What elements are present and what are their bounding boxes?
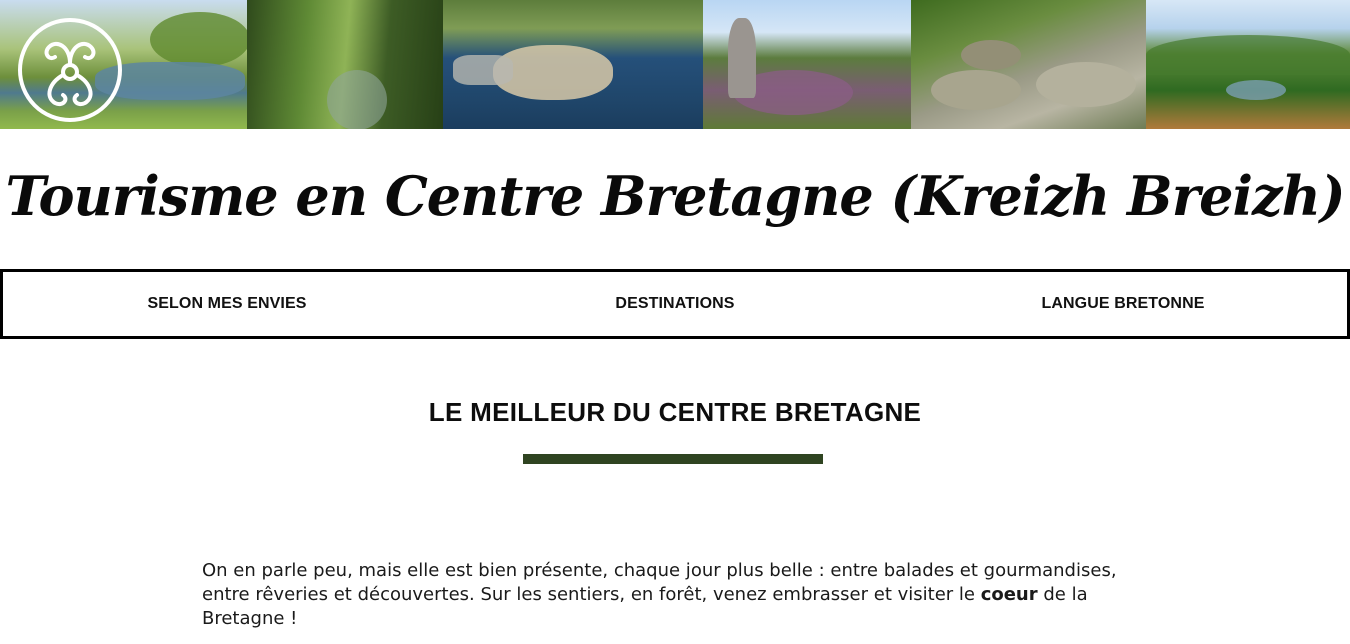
lake-aerial-photo bbox=[443, 0, 703, 129]
intro-paragraph: On en parle peu, mais elle est bien prés… bbox=[202, 559, 1122, 631]
site-title: Tourisme en Centre Bretagne (Kreizh Brei… bbox=[5, 164, 1345, 228]
nav-item-langue-bretonne[interactable]: LANGUE BRETONNE bbox=[899, 295, 1347, 313]
nav-item-selon-mes-envies[interactable]: SELON MES ENVIES bbox=[3, 295, 451, 313]
header-banner bbox=[0, 0, 1350, 129]
section-heading: LE MEILLEUR DU CENTRE BRETAGNE bbox=[428, 397, 922, 427]
intro-text-bold: coeur bbox=[980, 584, 1038, 605]
rock-heather-photo bbox=[703, 0, 911, 129]
granite-boulders-photo bbox=[911, 0, 1146, 129]
river-valley-photo bbox=[1146, 0, 1350, 129]
triskelion-icon[interactable] bbox=[17, 17, 123, 123]
forest-stream-photo bbox=[247, 0, 443, 129]
intro-text-start: On en parle peu, mais elle est bien prés… bbox=[202, 560, 1117, 605]
heading-underline-bar bbox=[523, 454, 823, 464]
main-navigation: SELON MES ENVIES DESTINATIONS LANGUE BRE… bbox=[0, 269, 1350, 339]
nav-item-destinations[interactable]: DESTINATIONS bbox=[451, 295, 899, 313]
